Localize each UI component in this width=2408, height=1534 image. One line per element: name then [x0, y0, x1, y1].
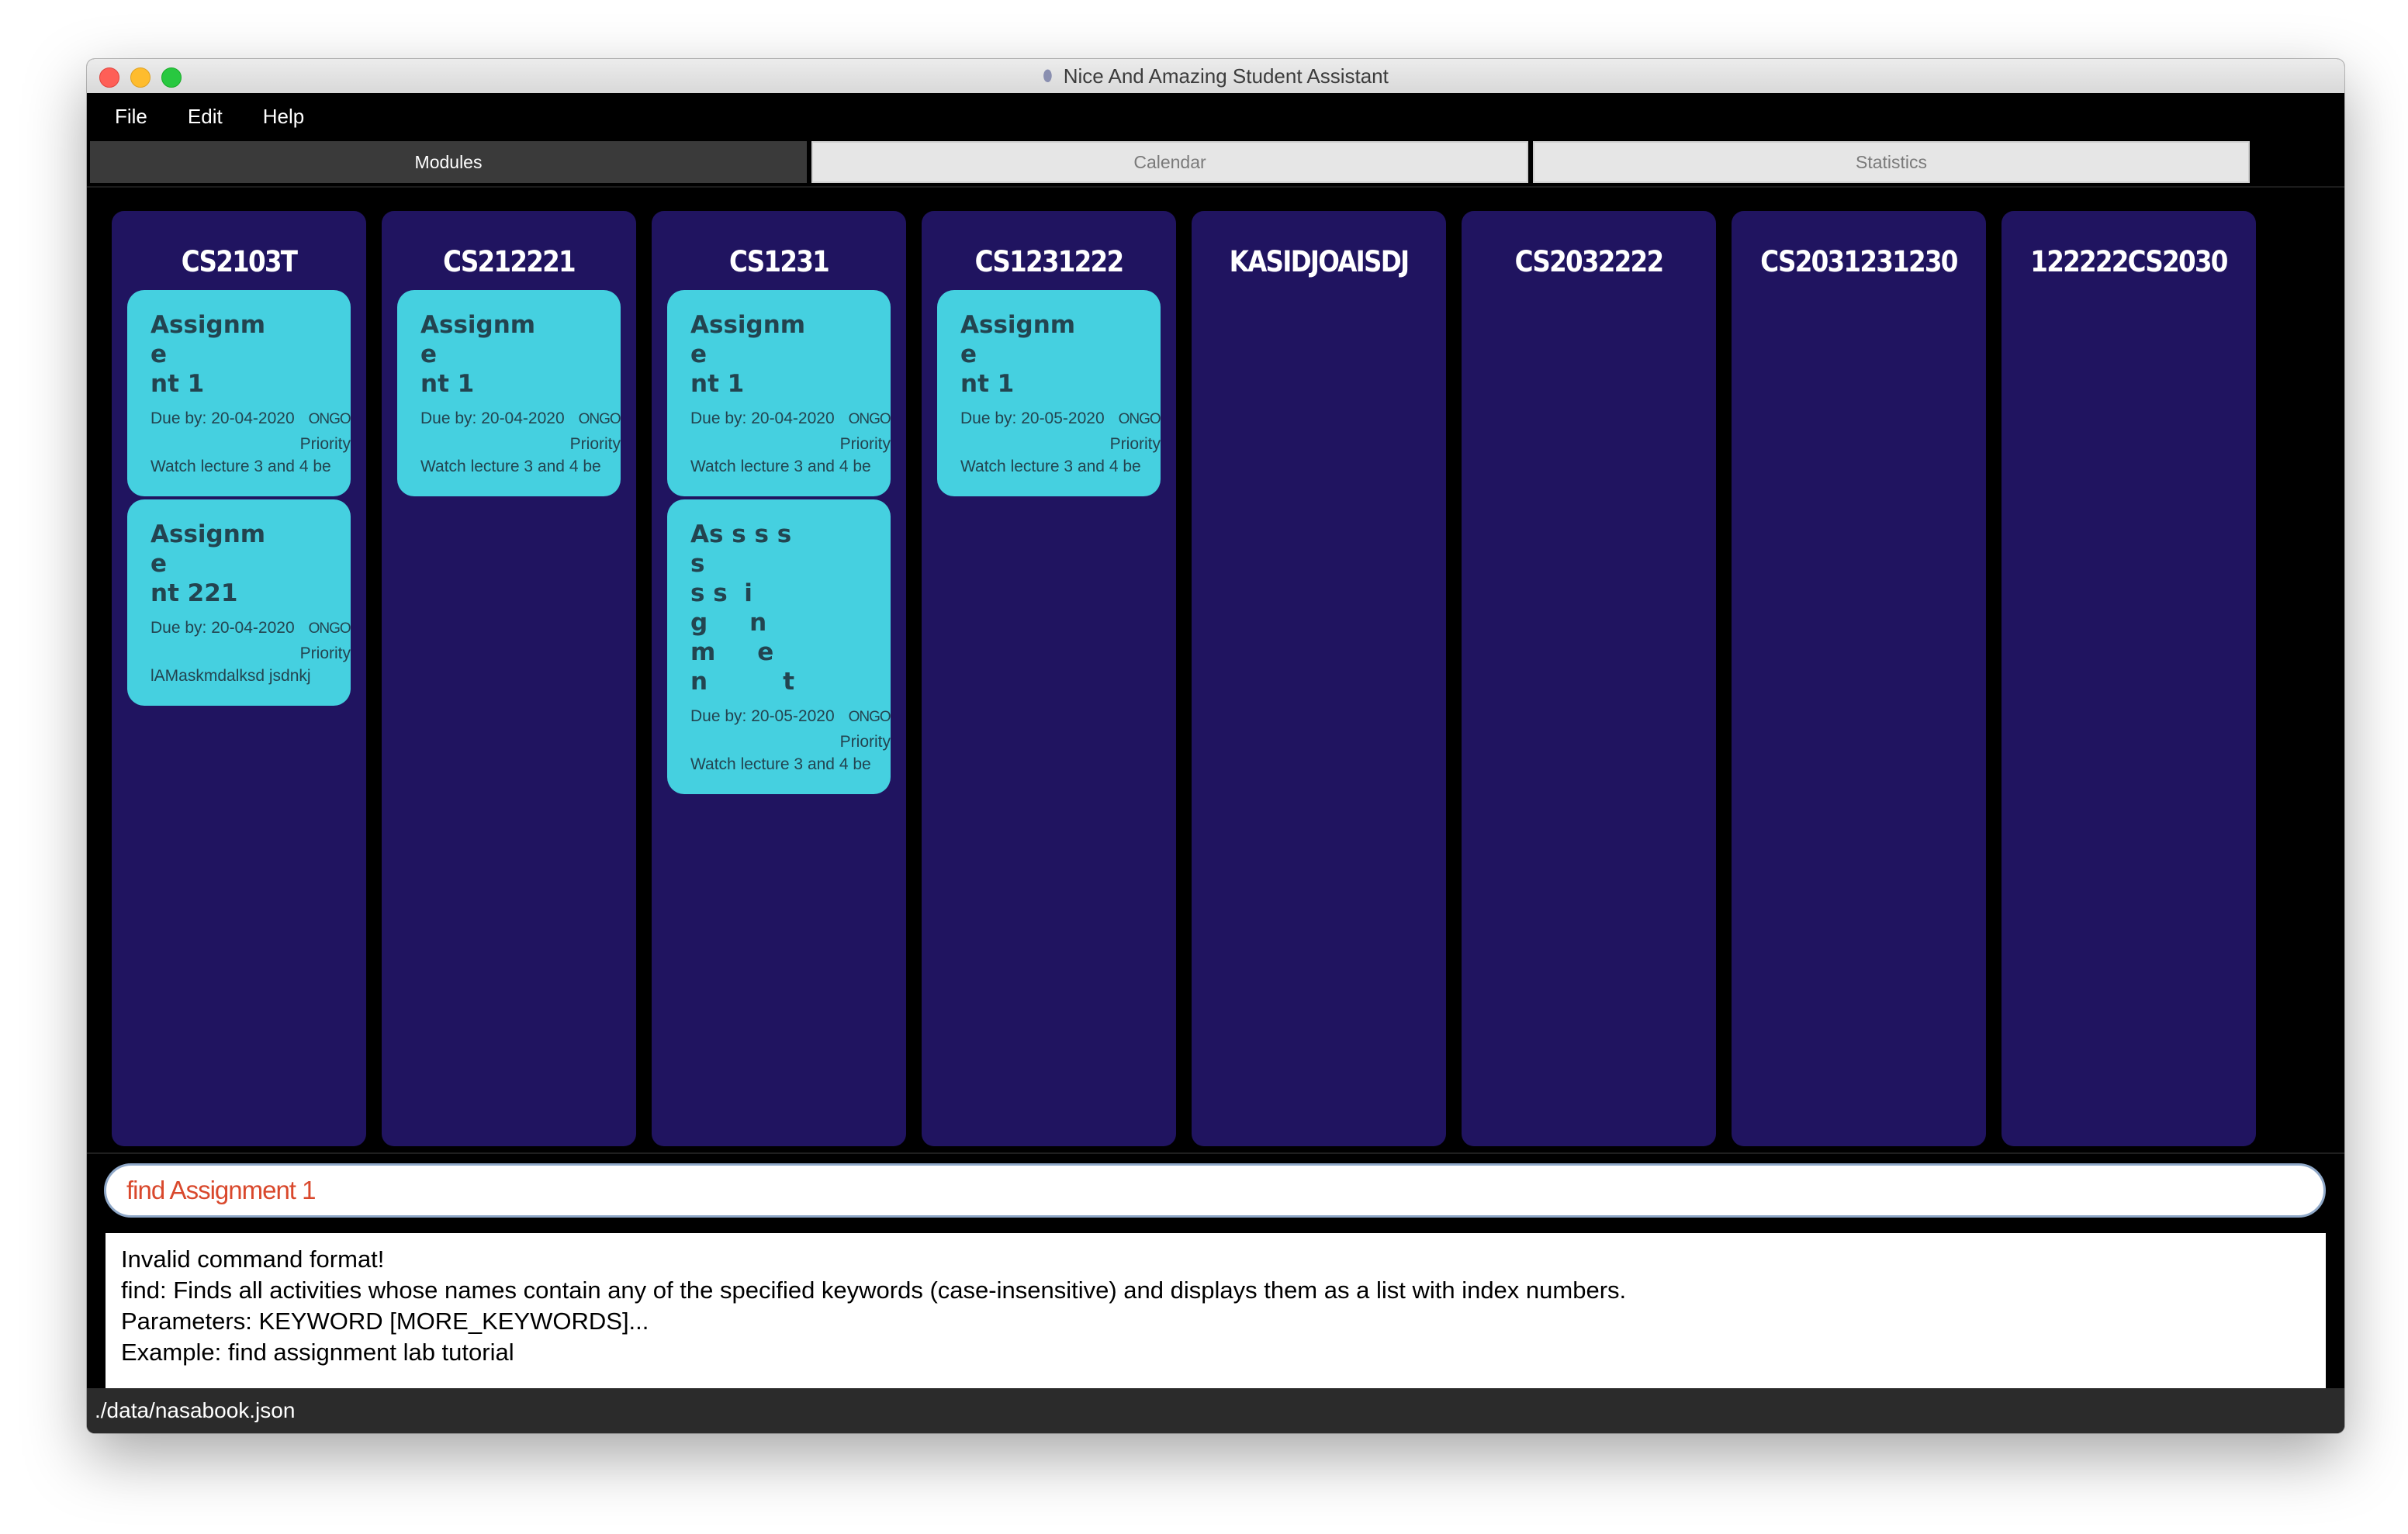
app-icon: ⬮ [1043, 67, 1053, 85]
activity-name: Assignme nt 1 [690, 311, 806, 398]
activity-due-row: Due by: 20-05-2020 ONGOI [690, 707, 891, 729]
activity-name: Assignme nt 221 [150, 520, 266, 607]
activity-priority: Priority [839, 435, 891, 453]
module-code: CS1231 [728, 245, 830, 278]
activity-list: Assignme nt 1 Due by: 20-04-2020 ONGOI Prio… [382, 290, 636, 496]
activity-note: Watch lecture 3 and 4 be [960, 458, 1141, 475]
menu-edit[interactable]: Edit [157, 105, 223, 129]
module-column: CS1231 Assignme nt 1 Due by: 20-04-2020 ONG… [652, 211, 906, 1146]
tab-calendar[interactable]: Calendar [811, 141, 1528, 183]
activity-card[interactable]: Assignme nt 221 Due by: 20-04-2020 ONGOI Pr… [127, 499, 351, 706]
activity-note: lAMaskmdalksd jsdnkj [150, 667, 311, 685]
result-display: Invalid command format! find: Finds all … [106, 1233, 2326, 1390]
activity-due-row: Due by: 20-05-2020 ONGOI [960, 409, 1161, 431]
module-column: CS2103T Assignme nt 1 Due by: 20-04-2020 ON… [112, 211, 366, 1146]
command-input-text: find Assignment 1 [126, 1176, 316, 1204]
activity-status: ONGOI [848, 411, 891, 427]
module-code: CS212221 [443, 245, 576, 278]
activity-priority: Priority [839, 733, 891, 751]
app-window: ⬮ Nice And Amazing Student Assistant Fil… [87, 59, 2344, 1433]
activity-list: Assignme nt 1 Due by: 20-04-2020 ONGOI Prio… [112, 290, 366, 706]
save-file-path: ./data/nasabook.json [95, 1398, 296, 1422]
activity-due-row: Due by: 20-04-2020 ONGOI [150, 619, 351, 641]
activity-priority: Priority [299, 644, 351, 662]
activity-name: Assignme nt 1 [150, 311, 266, 398]
activity-note: Watch lecture 3 and 4 be [690, 458, 871, 475]
tab-statistics[interactable]: Statistics [1533, 141, 2250, 183]
activity-card[interactable]: Assignme nt 1 Due by: 20-04-2020 ONGOI Prio… [667, 290, 891, 496]
activity-card[interactable]: Assignme nt 1 Due by: 20-04-2020 ONGOI Prio… [127, 290, 351, 496]
module-code: KASIDJOAISDJ [1229, 245, 1410, 278]
activity-card[interactable]: Assignme nt 1 Due by: 20-04-2020 ONGOI Prio… [397, 290, 621, 496]
menu-help[interactable]: Help [232, 105, 304, 129]
module-column: CS1231222 Assignme nt 1 Due by: 20-05-2020… [922, 211, 1176, 1146]
module-column: KASIDJOAISDJ [1192, 211, 1446, 1146]
module-code: CS2032222 [1514, 245, 1664, 278]
activity-note: Watch lecture 3 and 4 be [420, 458, 601, 475]
tab-divider [87, 186, 2344, 188]
result-line: Invalid command format! [121, 1246, 385, 1273]
activity-status: ONGOI [848, 709, 891, 725]
activity-priority: Priority [299, 435, 351, 453]
module-column: 122222CS2030 [2001, 211, 2256, 1146]
module-code: CS2103T [181, 245, 298, 278]
activity-card[interactable]: As s s s s s s i g n m e n t Due by: 20-0… [667, 499, 891, 794]
activity-list: Assignme nt 1 Due by: 20-04-2020 ONGOI Prio… [652, 290, 906, 794]
activity-status: ONGOI [308, 620, 351, 637]
module-code: 122222CS2030 [2030, 245, 2228, 278]
result-line: Example: find assignment lab tutorial [121, 1339, 514, 1366]
module-column: CS2031231230 [1732, 211, 1986, 1146]
title-bar: ⬮ Nice And Amazing Student Assistant [87, 59, 2344, 94]
activity-status: ONGOI [578, 411, 621, 427]
module-column: CS212221 Assignme nt 1 Due by: 20-04-2020 O… [382, 211, 636, 1146]
module-code: CS2031231230 [1760, 245, 1958, 278]
tab-bar: Modules Calendar Statistics [90, 141, 2254, 185]
activity-due-row: Due by: 20-04-2020 ONGOI [690, 409, 891, 431]
result-line: find: Finds all activities whose names c… [121, 1277, 1627, 1304]
activity-status: ONGOI [308, 411, 351, 427]
module-code: CS1231222 [974, 245, 1124, 278]
activity-status: ONGOI [1118, 411, 1161, 427]
activity-due-row: Due by: 20-04-2020 ONGOI [420, 409, 621, 431]
activity-name: Assignme nt 1 [420, 311, 536, 398]
activity-priority: Priority [1109, 435, 1161, 453]
window-title: Nice And Amazing Student Assistant [1063, 64, 1389, 88]
activity-note: Watch lecture 3 and 4 be [690, 755, 871, 773]
activity-name: As s s s s s s i g n m e n t [690, 520, 795, 696]
activity-list: Assignme nt 1 Due by: 20-05-2020 ONGOI Prio… [922, 290, 1176, 496]
activity-name: Assignme nt 1 [960, 311, 1076, 398]
activity-due-row: Due by: 20-04-2020 ONGOI [150, 409, 351, 431]
module-column: CS2032222 [1462, 211, 1716, 1146]
menu-file[interactable]: File [87, 105, 147, 129]
module-board: CS2103T Assignme nt 1 Due by: 20-04-2020 ON… [112, 211, 2271, 1146]
result-line: Parameters: KEYWORD [MORE_KEYWORDS]... [121, 1308, 649, 1335]
command-input[interactable]: find Assignment 1 [104, 1163, 2326, 1218]
activity-card[interactable]: Assignme nt 1 Due by: 20-05-2020 ONGOI Prio… [937, 290, 1161, 496]
tab-modules[interactable]: Modules [90, 141, 807, 183]
activity-note: Watch lecture 3 and 4 be [150, 458, 331, 475]
status-bar: ./data/nasabook.json [87, 1388, 2344, 1433]
menu-bar: File Edit Help [87, 93, 2344, 140]
window-title-wrap: ⬮ Nice And Amazing Student Assistant [87, 59, 2344, 93]
activity-priority: Priority [569, 435, 621, 453]
